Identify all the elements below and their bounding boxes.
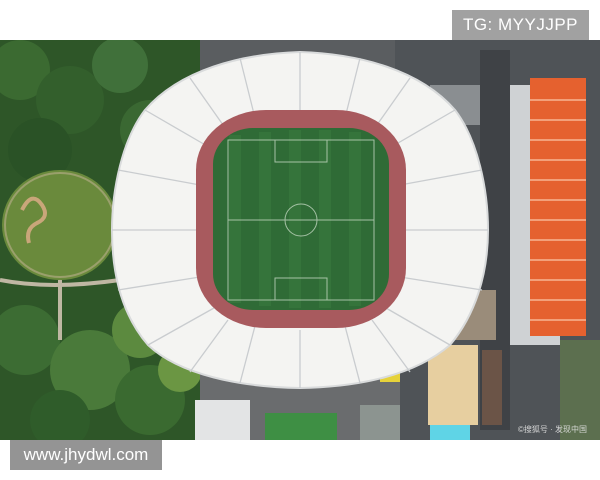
small-pitch (265, 413, 337, 440)
corner-watermark: ©搜狐号 · 发现中国 (518, 425, 588, 434)
watermark-top: TG: MYYJJPP (452, 10, 589, 40)
orange-roof-building (530, 78, 586, 336)
aerial-photo (0, 40, 600, 440)
watermark-bottom: www.jhydwl.com (10, 440, 162, 470)
stadium (110, 50, 490, 390)
